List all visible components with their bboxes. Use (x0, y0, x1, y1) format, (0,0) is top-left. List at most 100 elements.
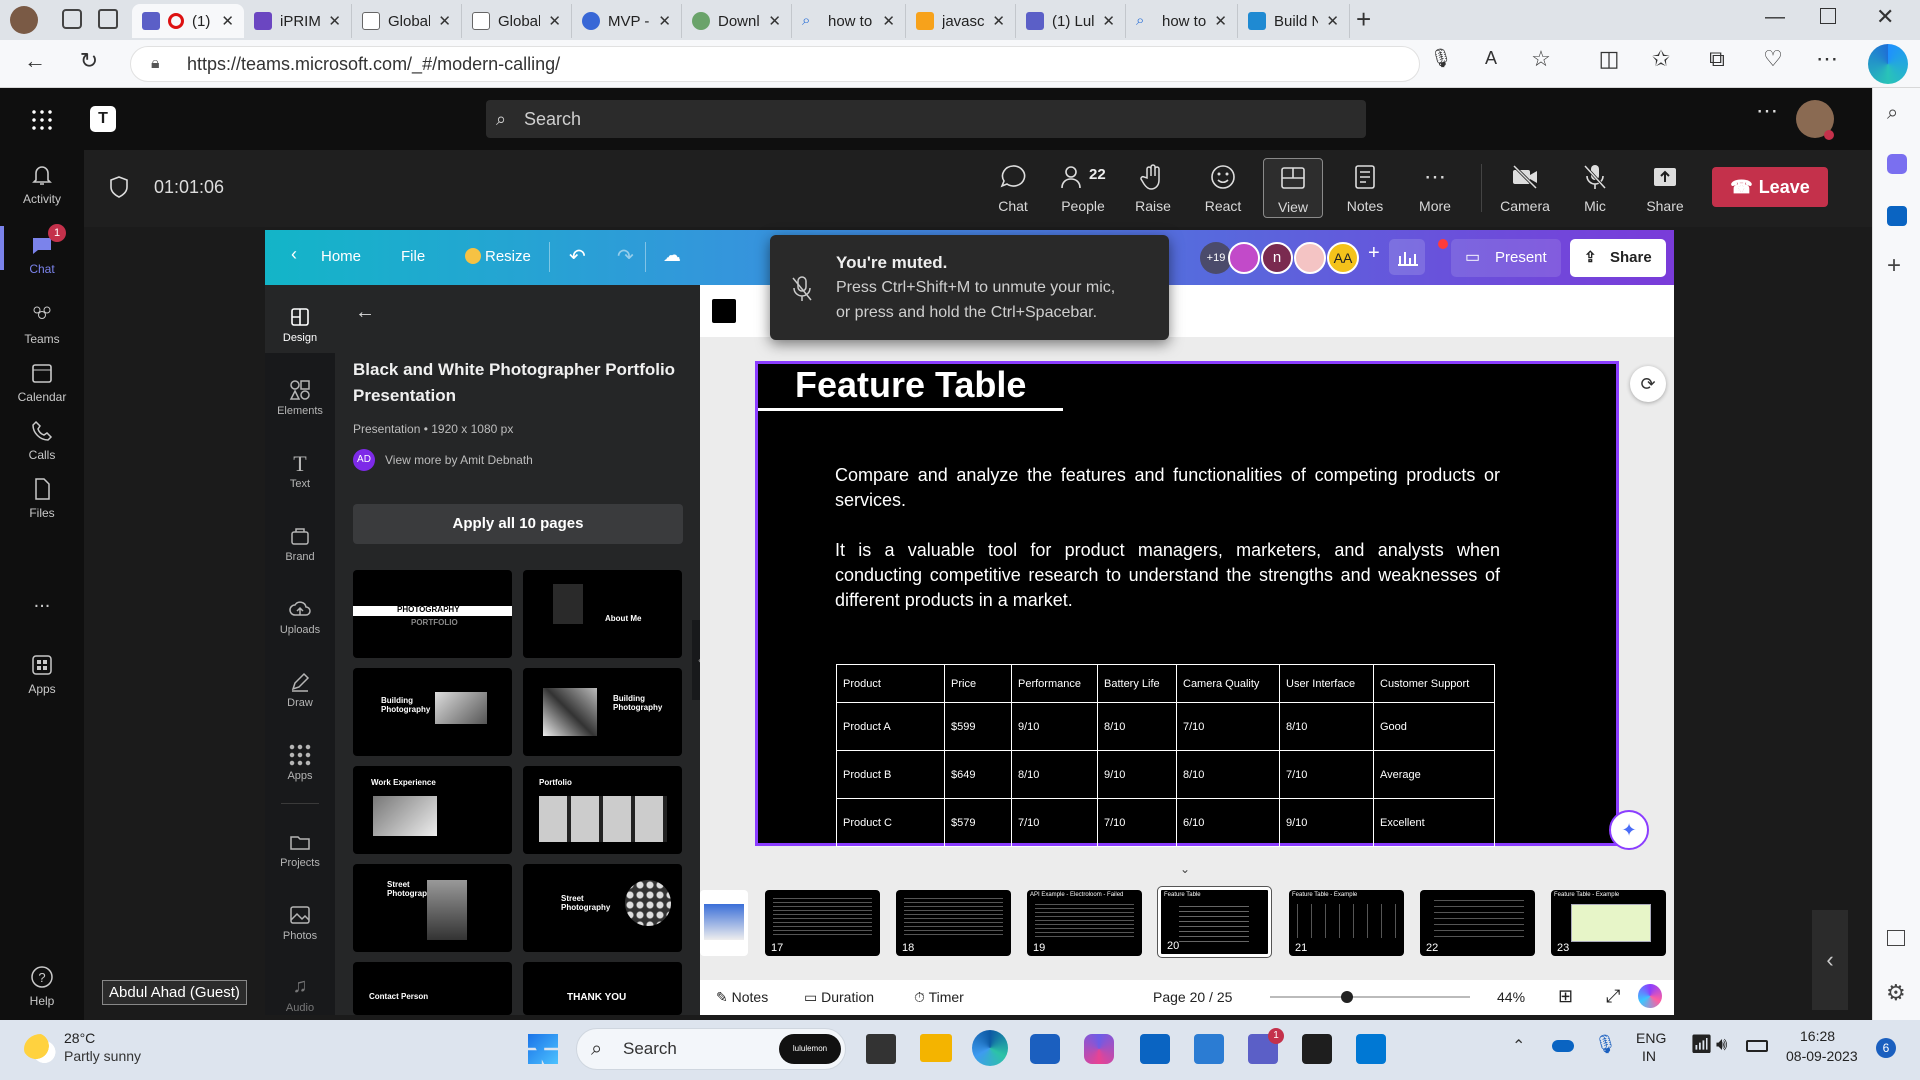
canva-assistant-icon[interactable] (1638, 984, 1662, 1008)
close-tab-icon[interactable]: ✕ (658, 12, 671, 30)
rail-item-apps[interactable]: Apps (0, 652, 84, 696)
clock-date[interactable]: 08-09-2023 (1786, 1048, 1858, 1064)
language-indicator[interactable]: ENG (1636, 1030, 1666, 1046)
rail-item-chat[interactable]: Chat 1 (0, 224, 84, 276)
notes-button[interactable]: Notes (1333, 162, 1397, 214)
mic-button[interactable]: Mic (1563, 162, 1627, 214)
close-tab-icon[interactable]: ✕ (1102, 12, 1115, 30)
fullscreen-icon[interactable]: ⤢ (1606, 986, 1620, 1007)
taskbar-search[interactable]: ⌕ Search lululemon (576, 1028, 846, 1070)
tab-apps[interactable]: Apps (265, 743, 335, 782)
zoom-slider[interactable] (1270, 991, 1470, 1003)
add-collaborator-icon[interactable]: + (1368, 242, 1380, 265)
template-page-thumb[interactable]: PHOTOGRAPHY PORTFOLIO (353, 570, 512, 658)
more-button[interactable]: ⋯ More (1403, 162, 1467, 214)
timer-button[interactable]: ⏱ Timer (914, 989, 964, 1006)
remote-desktop-icon[interactable] (1194, 1034, 1224, 1064)
close-window-icon[interactable]: ✕ (1876, 4, 1894, 30)
collections-icon[interactable]: ⧉ (1700, 46, 1734, 72)
page-thumb[interactable]: API Example - Electroloom - Failed 19 (1027, 890, 1142, 956)
close-tab-icon[interactable]: ✕ (1326, 12, 1339, 30)
temperature[interactable]: 28°C (64, 1030, 95, 1046)
close-tab-icon[interactable]: ✕ (992, 12, 1005, 30)
collaborator-avatar[interactable]: n (1261, 242, 1293, 274)
resize-button[interactable]: Resize (485, 248, 531, 265)
file-explorer-icon[interactable] (920, 1034, 952, 1062)
weather-text[interactable]: Partly sunny (64, 1048, 141, 1064)
close-tab-icon[interactable]: ✕ (548, 12, 561, 30)
browser-tab[interactable]: MVP - P ✕ (572, 4, 682, 38)
sidebar-toggle-icon[interactable] (1887, 930, 1905, 946)
tab-draw[interactable]: Draw (265, 670, 335, 709)
store-icon[interactable] (1030, 1034, 1060, 1064)
canva-share-button[interactable]: ⇪ Share (1570, 239, 1666, 277)
template-page-thumb[interactable]: Street Photography (353, 864, 512, 952)
tab-design[interactable]: Design (265, 305, 335, 344)
rail-item-files[interactable]: Files (0, 476, 84, 520)
collaborator-avatar[interactable] (1294, 242, 1326, 274)
add-icon[interactable]: + (1887, 252, 1901, 280)
restore-icon[interactable] (1820, 8, 1836, 24)
present-button[interactable]: ▭ Present (1451, 239, 1561, 277)
close-tab-icon[interactable]: ✕ (328, 12, 341, 30)
close-tab-icon[interactable]: ✕ (438, 12, 451, 30)
teams-search-input[interactable]: ⌕ Search (486, 100, 1366, 138)
language-region[interactable]: IN (1642, 1048, 1656, 1064)
rail-item-help[interactable]: ? Help (0, 964, 84, 1008)
clock-time[interactable]: 16:28 (1800, 1028, 1835, 1044)
rail-item-more[interactable]: ... (0, 590, 84, 613)
app-launcher-icon[interactable] (30, 108, 54, 132)
raise-hand-button[interactable]: Raise (1121, 162, 1185, 214)
rail-item-activity[interactable]: Activity (0, 162, 84, 206)
expand-panel-chevron-icon[interactable]: ‹ (1812, 910, 1848, 1010)
tab-uploads[interactable]: Uploads (265, 597, 335, 636)
gear-icon[interactable]: ⚙ (1886, 980, 1906, 1006)
copilot-icon[interactable] (1887, 154, 1907, 174)
browser-tab[interactable]: javascrip ✕ (906, 4, 1016, 38)
browser-tab[interactable]: Downlo ✕ (682, 4, 792, 38)
template-page-thumb[interactable]: Building Photography (353, 668, 512, 756)
profile-avatar[interactable] (10, 6, 38, 34)
chat-button[interactable]: Chat (981, 162, 1045, 214)
color-swatch[interactable] (712, 299, 736, 323)
workspaces-icon[interactable] (62, 9, 82, 29)
outlook-icon[interactable] (1140, 1034, 1170, 1064)
template-page-thumb[interactable]: Street Photography (523, 864, 682, 952)
zoom-slider-handle[interactable] (1341, 991, 1353, 1003)
share-button[interactable]: Share (1633, 162, 1697, 214)
collaborator-avatar[interactable] (1228, 242, 1260, 274)
tab-audio[interactable]: ♫ Audio (265, 975, 335, 1014)
refresh-icon[interactable]: ↻ (72, 48, 106, 74)
author-link[interactable]: View more by Amit Debnath (385, 453, 533, 467)
browser-tab[interactable]: ⌕ how to ✕ (792, 4, 906, 38)
browser-tab[interactable]: GlobalP ✕ (352, 4, 462, 38)
browser-tab[interactable]: iPRIMED ✕ (244, 4, 352, 38)
vscode-taskbar-icon[interactable] (1356, 1034, 1386, 1064)
template-page-thumb[interactable]: Work Experience (353, 766, 512, 854)
copilot-app-icon[interactable] (1084, 1034, 1114, 1064)
new-tab-icon[interactable]: + (1356, 4, 1371, 35)
chevron-down-icon[interactable]: ⌄ (1180, 862, 1190, 876)
page-thumb-selected[interactable]: Feature Table 20 (1158, 887, 1271, 957)
browser-tab[interactable]: (1) ✕ (132, 4, 244, 38)
template-page-thumb[interactable]: Portfolio (523, 766, 682, 854)
apply-all-pages-button[interactable]: Apply all 10 pages (353, 504, 683, 544)
react-button[interactable]: React (1191, 162, 1255, 214)
battery-icon[interactable] (1746, 1040, 1768, 1052)
slide-paragraph[interactable]: It is a valuable tool for product manage… (835, 538, 1500, 613)
tab-actions-icon[interactable] (98, 9, 118, 29)
tab-photos[interactable]: Photos (265, 903, 335, 942)
page-thumb[interactable]: 18 (896, 890, 1011, 956)
page-thumb[interactable]: 22 (1420, 890, 1535, 956)
onedrive-icon[interactable] (1552, 1040, 1574, 1052)
volume-icon[interactable]: 🔊︎ (1716, 1034, 1727, 1055)
undo-icon[interactable]: ↶ (569, 244, 586, 269)
page-thumb[interactable]: 17 (765, 890, 880, 956)
shield-icon[interactable] (110, 176, 128, 198)
chevron-up-icon[interactable]: ⌃ (1512, 1036, 1525, 1056)
camera-button[interactable]: Camera (1493, 162, 1557, 214)
more-options-icon[interactable]: ⋯ (1756, 98, 1778, 124)
redo-icon[interactable]: ↷ (617, 244, 634, 269)
microphone-icon[interactable]: 🎙︎ (1594, 1034, 1617, 1055)
favorite-star-icon[interactable]: ☆ (1524, 46, 1558, 72)
